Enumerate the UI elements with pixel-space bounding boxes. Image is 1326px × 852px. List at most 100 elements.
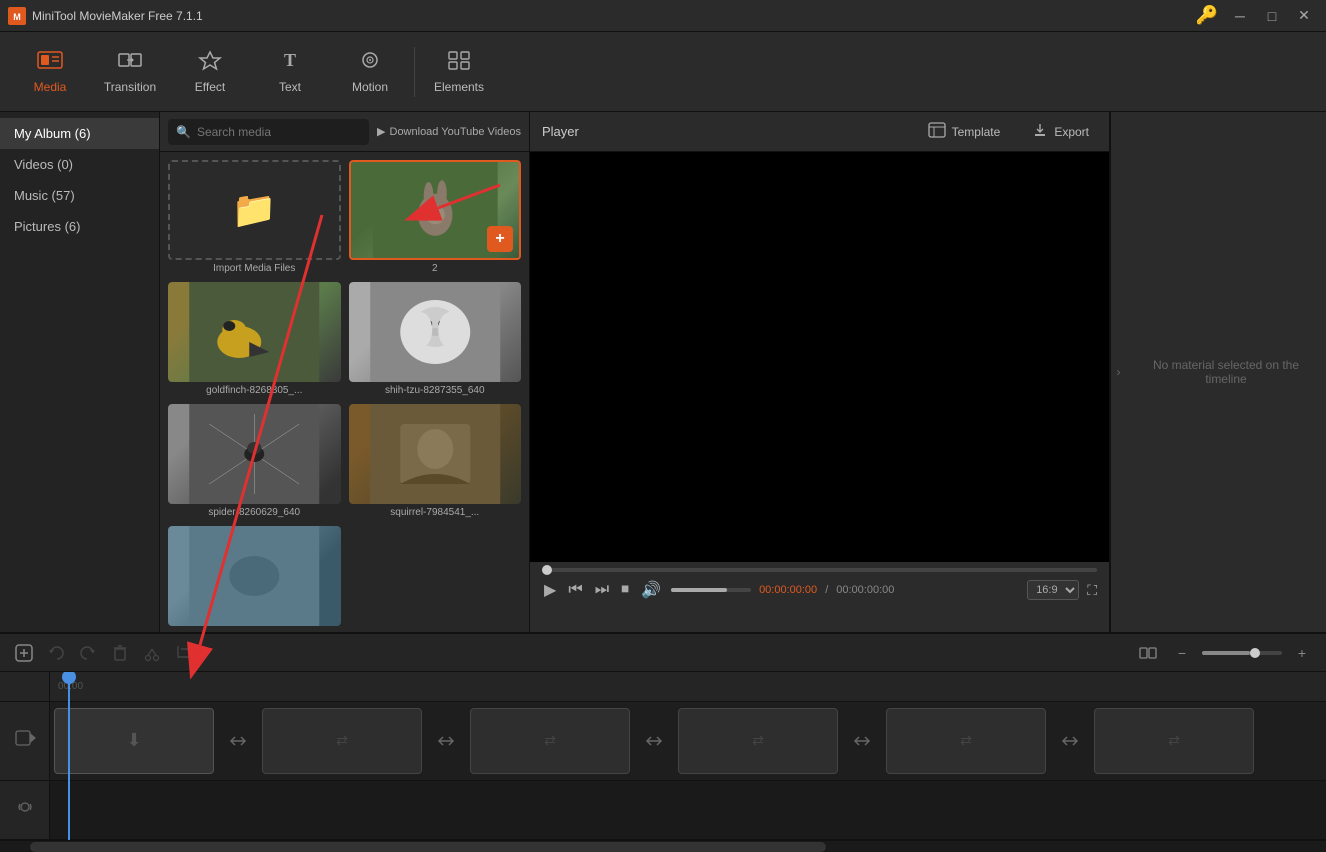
undo-button[interactable] [42, 639, 70, 667]
video-track-label [0, 702, 49, 781]
zoom-in-button[interactable]: + [1288, 639, 1316, 667]
play-button[interactable]: ▶ [542, 578, 558, 602]
skip-forward-button[interactable]: ⏭ [593, 579, 611, 601]
timeline-transition-2[interactable] [634, 708, 674, 774]
volume-fill [671, 588, 727, 592]
motion-icon [357, 49, 383, 76]
clip-5-icon: ⇄ [960, 732, 972, 749]
player-header: Player Template Export [530, 112, 1109, 152]
import-media-item[interactable]: 📁 Import Media Files [168, 160, 341, 274]
crop-button[interactable] [170, 639, 198, 667]
export-button[interactable]: Export [1024, 118, 1097, 145]
time-separator: / [825, 584, 828, 596]
zoom-dot [1250, 648, 1260, 658]
time-current: 00:00:00:00 [759, 584, 817, 596]
zoom-fill [1202, 651, 1250, 655]
media-item-shih[interactable]: shih-tzu-8287355_640 [349, 282, 522, 396]
add-to-timeline-badge[interactable]: + [487, 226, 513, 252]
toolbar-motion[interactable]: Motion [330, 36, 410, 108]
app-icon: M [8, 7, 26, 25]
controls-row: ▶ ⏮ ⏭ ⏹ 🔊 00:00:00:00 / 00:00:00:00 16:9 [542, 578, 1097, 602]
sidebar-item-my-album[interactable]: My Album (6) [0, 118, 159, 149]
timeline-clip-0[interactable]: ⬇ [54, 708, 214, 774]
maximize-button[interactable]: □ [1258, 6, 1286, 26]
toolbar-text[interactable]: T Text [250, 36, 330, 108]
timeline-scrollbar[interactable] [0, 840, 1326, 852]
sidebar-item-pictures[interactable]: Pictures (6) [0, 211, 159, 242]
toolbar-motion-label: Motion [352, 80, 388, 94]
sidebar: My Album (6) Videos (0) Music (57) Pictu… [0, 112, 160, 632]
toolbar-elements[interactable]: Elements [419, 36, 499, 108]
toolbar-effect-label: Effect [195, 80, 225, 94]
volume-button[interactable]: 🔊 [639, 578, 663, 602]
delete-button[interactable] [106, 639, 134, 667]
timeline-transition-4[interactable] [1050, 708, 1090, 774]
volume-slider[interactable] [671, 588, 751, 592]
redo-button[interactable] [74, 639, 102, 667]
timeline-clip-2[interactable]: ⇄ [470, 708, 630, 774]
text-icon: T [277, 49, 303, 76]
cut-button[interactable] [138, 639, 166, 667]
toolbar-transition[interactable]: Transition [90, 36, 170, 108]
app-title: MiniTool MovieMaker Free 7.1.1 [32, 9, 1196, 23]
folder-icon: 📁 [232, 189, 277, 231]
download-label: Download YouTube Videos [390, 126, 522, 138]
timeline-clip-5[interactable]: ⇄ [1094, 708, 1254, 774]
zoom-out-button[interactable]: − [1168, 639, 1196, 667]
progress-bar[interactable] [542, 568, 1097, 572]
sidebar-item-videos[interactable]: Videos (0) [0, 149, 159, 180]
shih-thumb [349, 282, 522, 382]
timeline-clip-4[interactable]: ⇄ [886, 708, 1046, 774]
svg-text:T: T [284, 50, 296, 70]
media-item-squirrel[interactable]: squirrel-7984541_... [349, 404, 522, 518]
search-input-wrap[interactable]: 🔍 [168, 119, 369, 145]
timeline-clip-1[interactable]: ⇄ [262, 708, 422, 774]
template-button[interactable]: Template [920, 118, 1009, 145]
time-total: 00:00:00:00 [836, 584, 894, 596]
timeline-transition-1[interactable] [426, 708, 466, 774]
shih-label: shih-tzu-8287355_640 [349, 385, 522, 396]
media-item-partial[interactable]: ... [168, 526, 341, 632]
media-item-goldfinch[interactable]: goldfinch-8268805_... [168, 282, 341, 396]
aspect-ratio-select[interactable]: 16:9 4:3 1:1 [1027, 580, 1079, 600]
timeline-transition-0[interactable] [218, 708, 258, 774]
timeline-transition-3[interactable] [842, 708, 882, 774]
toolbar-media-label: Media [34, 80, 67, 94]
header-actions: Template Export [920, 118, 1097, 145]
timeline-ruler: 00:00 [50, 672, 1326, 702]
audio-track-row [50, 781, 1326, 840]
spider-label: spider-8260629_640 [168, 507, 341, 518]
window-controls: ─ □ ✕ [1226, 6, 1318, 26]
media-item-spider[interactable]: spider-8260629_640 [168, 404, 341, 518]
audio-track-label [0, 781, 49, 840]
minimize-button[interactable]: ─ [1226, 6, 1254, 26]
zoom-slider[interactable] [1202, 651, 1282, 655]
timeline-clip-3[interactable]: ⇄ [678, 708, 838, 774]
toolbar-effect[interactable]: Effect [170, 36, 250, 108]
search-input[interactable] [197, 125, 361, 139]
media-item-rabbit[interactable]: + 2 [349, 160, 522, 274]
template-label: Template [952, 125, 1001, 139]
scrollbar-thumb[interactable] [30, 842, 826, 852]
fullscreen-button[interactable]: ⛶ [1087, 582, 1097, 599]
squirrel-thumb [349, 404, 522, 504]
svg-text:M: M [13, 12, 21, 22]
timeline-content[interactable]: 00:00 ⬇ ⇄ ⇄ [0, 672, 1326, 840]
close-button[interactable]: ✕ [1290, 6, 1318, 26]
toolbar: Media Transition Effect T Text Motion El… [0, 32, 1326, 112]
clip-6-icon: ⇄ [1168, 732, 1180, 749]
add-clip-button[interactable] [10, 639, 38, 667]
stop-button[interactable]: ⏹ [619, 579, 631, 601]
collapse-handle[interactable]: › [1110, 112, 1126, 632]
toolbar-media[interactable]: Media [10, 36, 90, 108]
skip-back-button[interactable]: ⏮ [566, 579, 584, 601]
download-youtube-button[interactable]: ▶ Download YouTube Videos [377, 125, 521, 138]
sidebar-item-music[interactable]: Music (57) [0, 180, 159, 211]
playback-controls: ▶ ⏮ ⏭ ⏹ 🔊 00:00:00:00 / 00:00:00:00 [542, 578, 894, 602]
clip-2-icon: ⇄ [336, 732, 348, 749]
split-view-button[interactable] [1134, 639, 1162, 667]
transition-icon [117, 49, 143, 76]
goldfinch-thumb [168, 282, 341, 382]
toolbar-text-label: Text [279, 80, 301, 94]
right-panel: No material selected on the timeline [1126, 112, 1326, 632]
